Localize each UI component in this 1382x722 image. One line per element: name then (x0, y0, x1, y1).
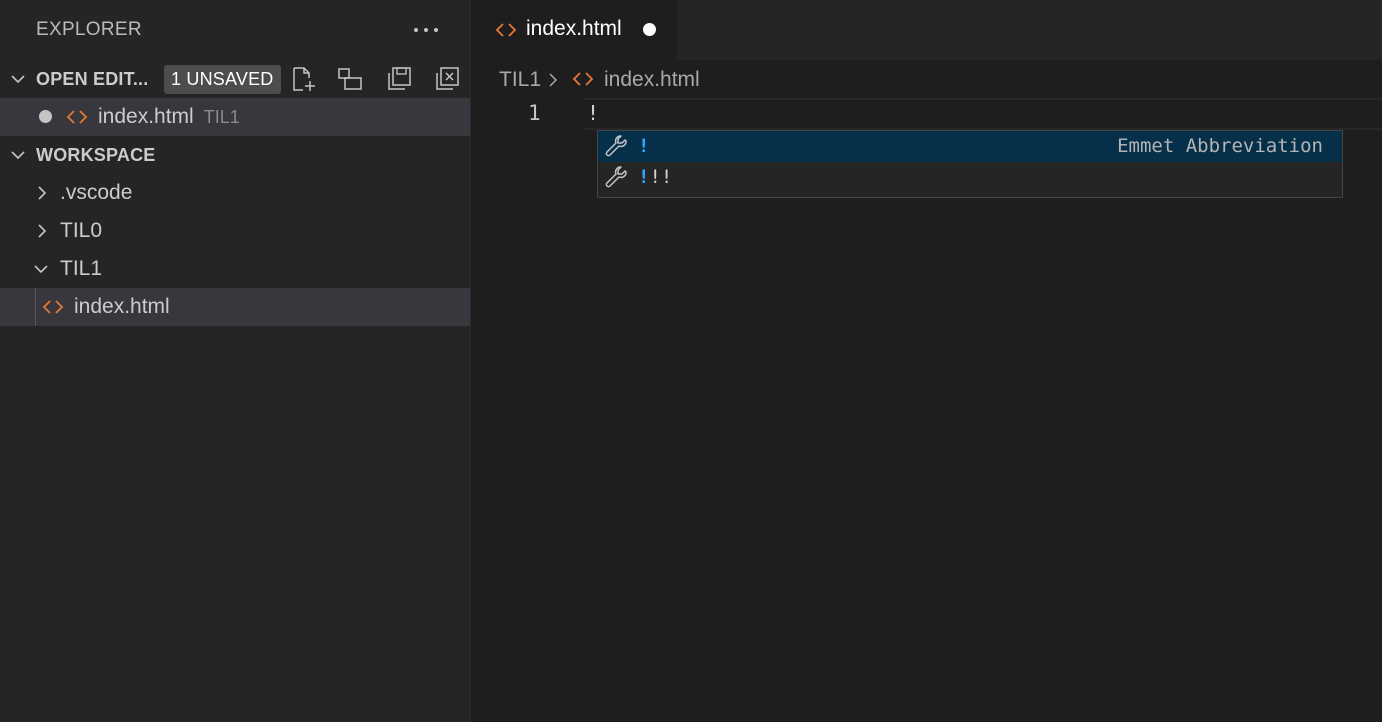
current-line-highlight (584, 98, 1382, 130)
explorer-title: EXPLORER (36, 19, 142, 40)
tree-item-label: .vscode (60, 181, 133, 204)
chevron-down-icon (11, 75, 25, 84)
tree-item-til1[interactable]: TIL1 (0, 250, 470, 288)
html-file-icon (42, 300, 64, 314)
open-editors-title: OPEN EDIT... (36, 68, 149, 89)
open-editor-filename: index.html (98, 104, 194, 128)
more-icon[interactable] (414, 20, 438, 40)
workspace-header[interactable]: WORKSPACE (0, 136, 470, 174)
html-file-icon (66, 110, 88, 124)
open-editor-item[interactable]: index.html TIL1 (0, 98, 470, 136)
chevron-right-icon (549, 73, 558, 87)
line-number: 1 (528, 101, 541, 125)
new-folder-icon[interactable] (337, 66, 363, 92)
breadcrumb-folder[interactable]: TIL1 (499, 68, 541, 92)
tab-label: index.html (526, 17, 622, 40)
suggestion-rest: !! (649, 166, 673, 188)
wrench-icon (605, 135, 627, 157)
chevron-right-icon (38, 224, 47, 238)
save-all-icon[interactable] (386, 66, 412, 92)
breadcrumb-file[interactable]: index.html (604, 68, 700, 92)
tab-index-html[interactable]: index.html (471, 0, 677, 60)
tree-item-til0[interactable]: TIL0 (0, 212, 470, 250)
html-file-icon (572, 72, 594, 86)
explorer-header: EXPLORER (0, 0, 470, 60)
breadcrumb: TIL1 index.html (471, 60, 1382, 98)
open-editor-label: index.html TIL1 (98, 105, 240, 129)
html-file-icon (495, 23, 517, 37)
code-line[interactable]: ! (587, 101, 599, 125)
suggestion-item[interactable]: ! Emmet Abbreviation (598, 131, 1342, 162)
suggestion-detail: Emmet Abbreviation (1117, 135, 1323, 157)
chevron-down-icon (34, 265, 48, 274)
tree-item-label: index.html (74, 295, 170, 318)
tab-bar: index.html (471, 0, 1382, 60)
open-editors-header[interactable]: OPEN EDIT... 1 UNSAVED (0, 60, 470, 98)
suggest-widget: ! Emmet Abbreviation !!! (597, 130, 1343, 198)
wrench-icon (605, 166, 627, 188)
suggestion-match: ! (638, 166, 650, 188)
indent-guide (35, 288, 36, 326)
unsaved-badge: 1 UNSAVED (164, 65, 281, 94)
tree-item-vscode[interactable]: .vscode (0, 174, 470, 212)
tree-item-label: TIL1 (60, 257, 103, 280)
workspace-title: WORKSPACE (36, 144, 156, 165)
new-file-icon[interactable] (290, 66, 316, 92)
suggestion-item[interactable]: !!! (598, 162, 1342, 193)
chevron-right-icon (38, 186, 47, 200)
chevron-down-icon (11, 151, 25, 160)
unsaved-dot-icon[interactable] (643, 23, 656, 36)
open-editor-folder: TIL1 (203, 106, 240, 127)
suggestion-label: !!! (638, 166, 672, 188)
suggestion-match: ! (638, 135, 650, 157)
close-all-icon[interactable] (434, 66, 460, 92)
tree-item-label: TIL0 (60, 219, 103, 242)
unsaved-dot-icon[interactable] (39, 110, 52, 123)
explorer-sidebar: EXPLORER OPEN EDIT... 1 UNSAVED index.ht… (0, 0, 471, 722)
suggestion-label: ! (638, 135, 649, 157)
tree-item-index-html[interactable]: index.html (0, 288, 470, 326)
